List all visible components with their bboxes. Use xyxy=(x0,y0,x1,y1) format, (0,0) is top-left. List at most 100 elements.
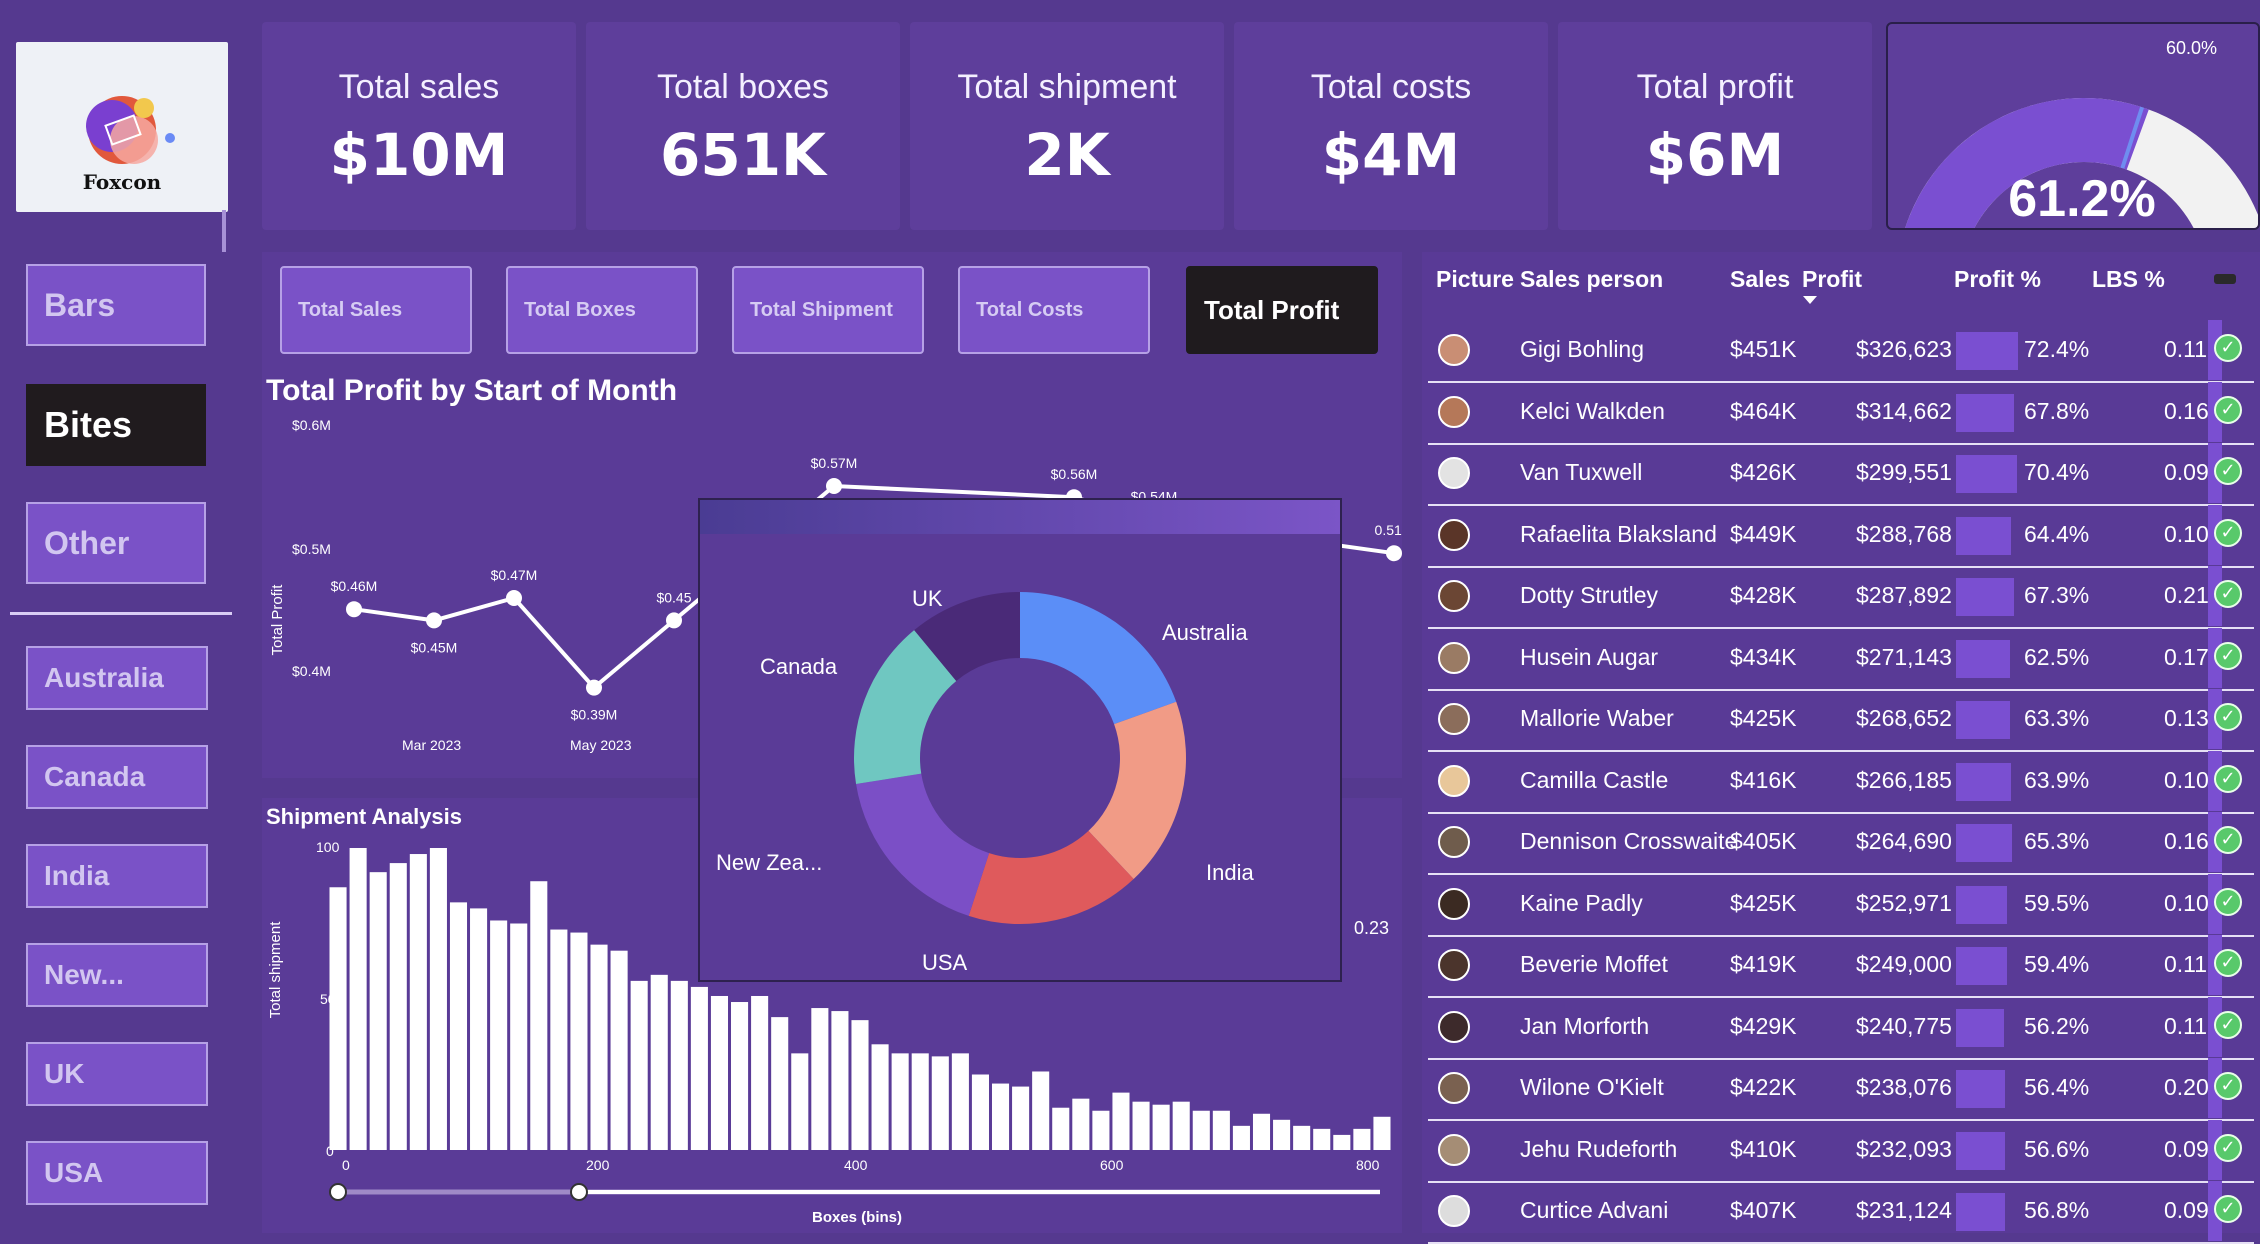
line-point[interactable] xyxy=(826,478,842,494)
col-header-sales-person[interactable]: Sales person xyxy=(1520,266,1663,293)
filter-new-zealand-button[interactable]: New... xyxy=(26,943,208,1007)
histogram-bar[interactable] xyxy=(429,848,447,1150)
histogram-bar[interactable] xyxy=(690,986,708,1150)
donut-slice[interactable] xyxy=(1020,592,1177,725)
table-row[interactable]: Dotty Strutley $428K $287,892 67.3% 0.21 ✓ xyxy=(1428,566,2254,629)
histogram-bar[interactable] xyxy=(570,932,588,1150)
col-header-picture[interactable]: Picture xyxy=(1436,266,1514,293)
col-header-profit[interactable]: Profit xyxy=(1802,266,1862,293)
histogram-bar[interactable] xyxy=(610,950,628,1150)
table-row[interactable]: Van Tuxwell $426K $299,551 70.4% 0.09 ✓ xyxy=(1428,443,2254,506)
tab-total-costs[interactable]: Total Costs xyxy=(958,266,1150,354)
histogram-bar[interactable] xyxy=(1192,1110,1210,1150)
table-row[interactable]: Jan Morforth $429K $240,775 56.2% 0.11 ✓ xyxy=(1428,996,2254,1060)
histogram-bar[interactable] xyxy=(510,923,528,1151)
histogram-bar[interactable] xyxy=(731,1002,749,1150)
histogram-bar[interactable] xyxy=(590,944,608,1150)
table-row[interactable]: Gigi Bohling $451K $326,623 72.4% 0.11 ✓ xyxy=(1428,320,2254,383)
filter-australia-button[interactable]: Australia xyxy=(26,646,208,710)
filter-usa-button[interactable]: USA xyxy=(26,1141,208,1205)
histogram-bar[interactable] xyxy=(1112,1092,1130,1150)
histogram-bar[interactable] xyxy=(449,902,468,1150)
histogram-bar[interactable] xyxy=(891,1053,909,1150)
range-slider-max-handle[interactable] xyxy=(570,1183,588,1201)
filter-uk-button[interactable]: UK xyxy=(26,1042,208,1106)
histogram-bar[interactable] xyxy=(1012,1086,1030,1150)
histogram-bar[interactable] xyxy=(1092,1110,1110,1150)
table-row[interactable]: Camilla Castle $416K $266,185 63.9% 0.10 ✓ xyxy=(1428,750,2254,814)
table-row[interactable]: Mallorie Waber $425K $268,652 63.3% 0.13 ✓ xyxy=(1428,689,2254,752)
histogram-bar[interactable] xyxy=(630,980,648,1150)
histogram-bar[interactable] xyxy=(1152,1104,1170,1150)
histogram-bar[interactable] xyxy=(1373,1116,1391,1150)
histogram-bar[interactable] xyxy=(851,1020,869,1150)
histogram-bar[interactable] xyxy=(1273,1119,1291,1150)
nav-bites-button[interactable]: Bites xyxy=(26,384,206,466)
table-row[interactable]: Jehu Rudeforth $410K $232,093 56.6% 0.09 ✓ xyxy=(1428,1119,2254,1183)
column-options-icon[interactable] xyxy=(2214,274,2236,284)
filter-india-button[interactable]: India xyxy=(26,844,208,908)
table-row[interactable]: Rafaelita Blaksland $449K $288,768 64.4% 0.1… xyxy=(1428,504,2254,568)
filter-canada-button[interactable]: Canada xyxy=(26,745,208,809)
col-header-profit-pct[interactable]: Profit % xyxy=(1954,266,2041,293)
line-point[interactable] xyxy=(586,679,602,696)
col-header-lbs-pct[interactable]: LBS % xyxy=(2092,266,2165,293)
histogram-bar[interactable] xyxy=(409,854,427,1150)
range-slider-min-handle[interactable] xyxy=(329,1183,347,1201)
line-point[interactable] xyxy=(346,601,362,618)
nav-bars-button[interactable]: Bars xyxy=(26,264,206,346)
table-row[interactable]: Dennison Crosswaite $405K $264,690 65.3% 0.1… xyxy=(1428,812,2254,875)
histogram-bar[interactable] xyxy=(1032,1071,1050,1150)
tab-total-sales[interactable]: Total Sales xyxy=(280,266,472,354)
table-row[interactable]: Curtice Advani $407K $231,124 56.8% 0.09 ✓ xyxy=(1428,1181,2254,1244)
histogram-bar[interactable] xyxy=(791,1053,809,1150)
line-point[interactable] xyxy=(426,612,442,629)
table-row[interactable]: Kaine Padly $425K $252,971 59.5% 0.10 ✓ xyxy=(1428,873,2254,937)
line-point[interactable] xyxy=(1386,545,1402,562)
line-point[interactable] xyxy=(506,590,522,606)
histogram-bar[interactable] xyxy=(710,995,729,1150)
histogram-bar[interactable] xyxy=(530,881,548,1150)
histogram-bar[interactable] xyxy=(751,995,769,1150)
country-donut-chart[interactable]: Australia India USA New Zea... Canada UK xyxy=(700,500,1340,980)
histogram-bar[interactable] xyxy=(329,887,347,1150)
sidebar-scrollbar[interactable] xyxy=(222,210,226,252)
histogram-bar[interactable] xyxy=(871,1044,889,1150)
tab-total-boxes[interactable]: Total Boxes xyxy=(506,266,698,354)
histogram-bar[interactable] xyxy=(1313,1128,1331,1150)
histogram-bar[interactable] xyxy=(670,980,688,1150)
histogram-bar[interactable] xyxy=(811,1008,829,1150)
table-row[interactable]: Kelci Walkden $464K $314,662 67.8% 0.16 ✓ xyxy=(1428,381,2254,445)
histogram-bar[interactable] xyxy=(1072,1098,1090,1150)
histogram-bar[interactable] xyxy=(931,1056,949,1150)
table-row[interactable]: Husein Augar $434K $271,143 62.5% 0.17 ✓ xyxy=(1428,627,2254,691)
histogram-bar[interactable] xyxy=(650,974,668,1150)
histogram-bar[interactable] xyxy=(349,848,367,1150)
histogram-bar[interactable] xyxy=(771,1017,789,1150)
line-point[interactable] xyxy=(666,612,682,629)
histogram-bar[interactable] xyxy=(369,872,387,1150)
histogram-bar[interactable] xyxy=(490,920,508,1150)
histogram-bar[interactable] xyxy=(1353,1128,1371,1150)
histogram-bar[interactable] xyxy=(470,908,488,1150)
tab-total-shipment[interactable]: Total Shipment xyxy=(732,266,924,354)
histogram-bar[interactable] xyxy=(991,1083,1010,1150)
col-header-sales[interactable]: Sales xyxy=(1730,266,1790,293)
histogram-bar[interactable] xyxy=(1293,1125,1311,1150)
table-row[interactable]: Beverie Moffet $419K $249,000 59.4% 0.11 ✓ xyxy=(1428,935,2254,998)
histogram-bar[interactable] xyxy=(911,1053,929,1150)
histogram-bar[interactable] xyxy=(971,1074,989,1151)
table-row[interactable]: Wilone O'Kielt $422K $238,076 56.4% 0.20 ✓ xyxy=(1428,1058,2254,1121)
histogram-bar[interactable] xyxy=(951,1053,969,1150)
histogram-bar[interactable] xyxy=(1132,1101,1150,1150)
histogram-bar[interactable] xyxy=(1052,1107,1070,1150)
histogram-bar[interactable] xyxy=(550,929,568,1150)
donut-slice[interactable] xyxy=(856,773,990,916)
histogram-bar[interactable] xyxy=(1232,1125,1250,1150)
histogram-bar[interactable] xyxy=(389,863,407,1150)
histogram-bar[interactable] xyxy=(1333,1134,1351,1150)
histogram-bar[interactable] xyxy=(1172,1101,1190,1150)
nav-other-button[interactable]: Other xyxy=(26,502,206,584)
tab-total-profit[interactable]: Total Profit xyxy=(1186,266,1378,354)
histogram-bar[interactable] xyxy=(1252,1113,1271,1150)
